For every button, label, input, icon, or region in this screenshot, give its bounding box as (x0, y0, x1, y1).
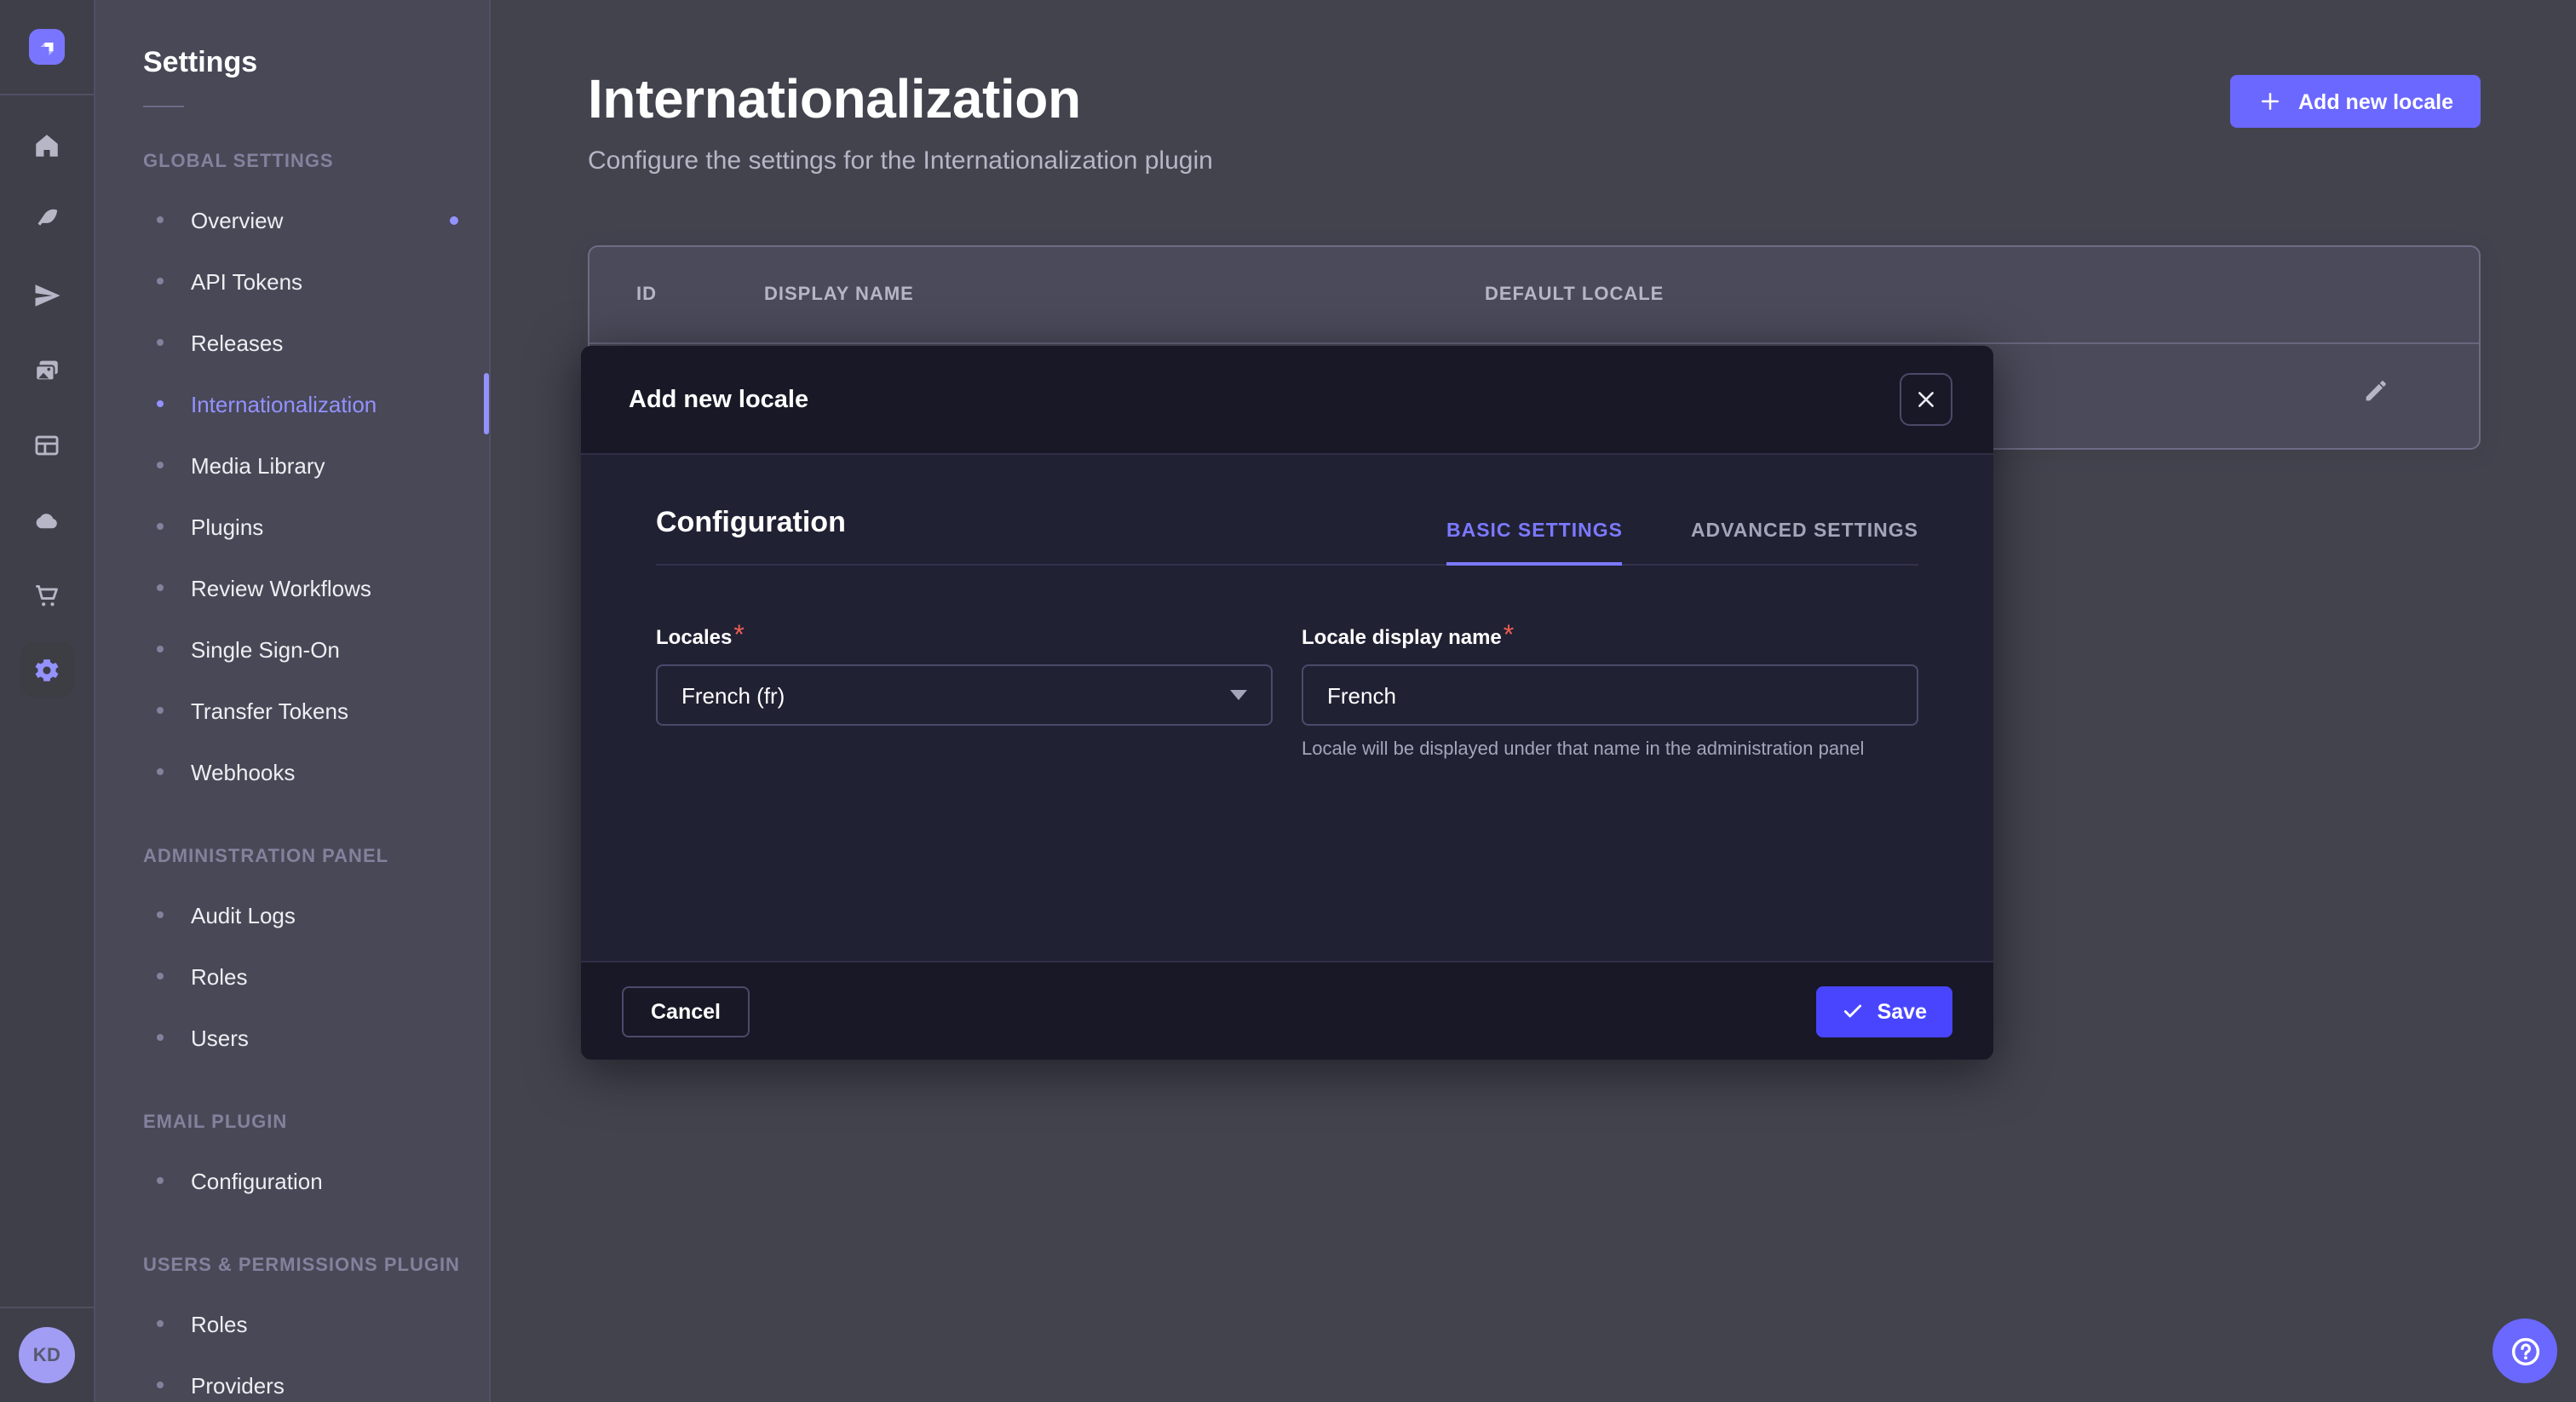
check-icon (1842, 1000, 1864, 1022)
locales-field: Locales* French (fr) (656, 622, 1273, 763)
display-name-hint: Locale will be displayed under that name… (1302, 738, 1918, 763)
configuration-title: Configuration (656, 506, 846, 564)
app-window: KD Settings GLOBAL SETTINGS Overview API… (0, 0, 2576, 1402)
modal-close-button[interactable] (1900, 373, 1952, 426)
modal-fields: Locales* French (fr) Locale display name… (656, 622, 1918, 763)
settings-tabs: BASIC SETTINGS ADVANCED SETTINGS (1446, 521, 1918, 564)
required-marker: * (732, 622, 744, 651)
add-locale-modal: Add new locale Configuration BASIC SETTI… (581, 346, 1993, 1060)
cancel-button[interactable]: Cancel (622, 985, 750, 1037)
display-name-input[interactable] (1302, 664, 1918, 726)
locales-select-value: French (fr) (681, 682, 785, 708)
cancel-label: Cancel (651, 999, 721, 1023)
tab-advanced-settings[interactable]: ADVANCED SETTINGS (1691, 521, 1918, 564)
modal-body: Configuration BASIC SETTINGS ADVANCED SE… (581, 455, 1993, 961)
save-label: Save (1877, 999, 1927, 1023)
display-name-label: Locale display name (1302, 625, 1502, 649)
required-marker: * (1502, 622, 1514, 651)
tab-basic-settings[interactable]: BASIC SETTINGS (1446, 521, 1623, 566)
chevron-down-icon (1230, 690, 1247, 700)
close-icon (1915, 388, 1937, 411)
modal-header: Add new locale (581, 346, 1993, 455)
display-name-field: Locale display name* Locale will be disp… (1302, 622, 1918, 763)
locales-select[interactable]: French (fr) (656, 664, 1273, 726)
locales-label: Locales (656, 625, 732, 649)
configuration-header-row: Configuration BASIC SETTINGS ADVANCED SE… (656, 506, 1918, 566)
modal-title: Add new locale (629, 386, 808, 413)
save-button[interactable]: Save (1816, 985, 1952, 1037)
modal-footer: Cancel Save (581, 961, 1993, 1060)
